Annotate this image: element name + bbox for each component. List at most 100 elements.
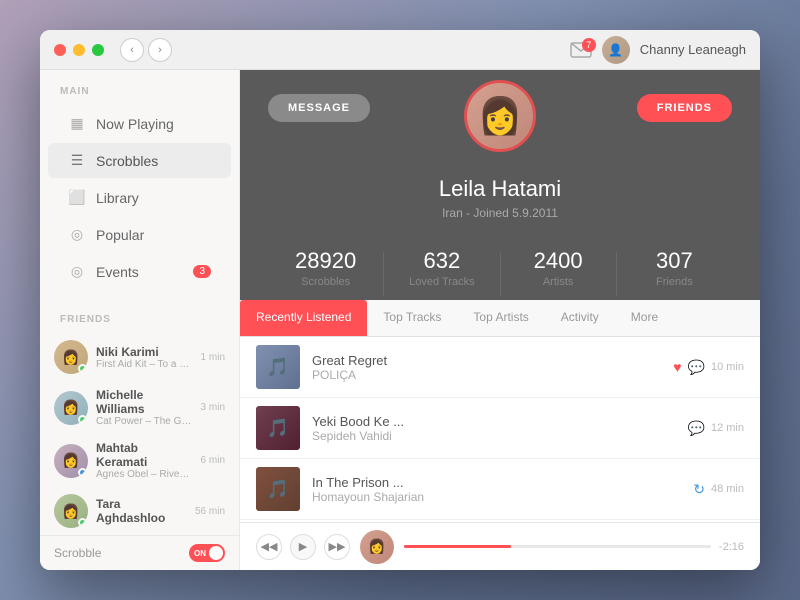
sidebar-item-popular[interactable]: ◎ Popular [48,217,231,252]
popular-icon: ◎ [68,226,86,243]
sidebar-item-label: Events [96,264,139,280]
toggle-label: ON [194,549,206,558]
app-window: ‹ › 7 👤 Channy Leaneagh MAIN ▦ Now Playi… [40,30,760,570]
titlebar: ‹ › 7 👤 Channy Leaneagh [40,30,760,70]
user-name: Channy Leaneagh [640,42,746,57]
traffic-lights [54,44,104,56]
friend-time: 1 min [201,352,225,363]
progress-bar[interactable] [404,545,711,548]
nav-buttons: ‹ › [120,38,172,62]
toggle-knob [209,546,223,560]
track-info: Great Regret POLIÇA [312,353,661,382]
track-artist: POLIÇA [312,368,661,382]
track-time: 12 min [711,422,744,434]
track-title: Great Regret [312,353,661,368]
track-artist: Homayoun Shajarian [312,490,681,504]
events-badge: 3 [193,265,211,278]
stat-label: Artists [501,276,616,288]
friend-name: Mahtab Keramati [96,441,193,469]
friend-info: Mahtab Keramati Agnes Obel – Riverside [96,441,193,480]
minimize-button[interactable] [73,44,85,56]
notification-badge[interactable]: 7 [570,42,592,58]
friend-avatar-michelle: 👩 [54,391,88,425]
track-actions: 💬 12 min [688,420,744,437]
app-body: MAIN ▦ Now Playing ☰ Scrobbles ⬜ Library… [40,70,760,570]
friend-name: Niki Karimi [96,345,193,359]
stat-artists: 2400 Artists [501,248,616,300]
forward-button[interactable]: › [148,38,172,62]
next-button[interactable]: ▶▶ [324,534,350,560]
friend-item-mahtab[interactable]: 👩 Mahtab Keramati Agnes Obel – Riverside… [40,434,239,487]
tab-recently-listened[interactable]: Recently Listened [240,300,367,336]
profile-header: MESSAGE 👩 FRIENDS Leila Hatami Iran - Jo… [240,70,760,300]
sidebar-item-label: Now Playing [96,116,174,132]
stat-friends: 307 Friends [617,248,732,300]
player-avatar: 👩 [360,530,394,564]
sidebar-item-now-playing[interactable]: ▦ Now Playing [48,106,231,141]
friend-avatar-mahtab: 👩 [54,444,88,478]
profile-stats: 28920 Scrobbles 632 Loved Tracks 2400 Ar… [268,236,732,300]
track-row[interactable]: 🎵 Yeki Bood Ke ... Sepideh Vahidi 💬 12 m… [240,398,760,459]
main-section-label: MAIN [40,70,239,105]
track-thumbnail: 🎵 [256,406,300,450]
library-icon: ⬜ [68,189,86,206]
progress-fill [404,545,511,548]
friend-time: 6 min [201,455,225,466]
message-button[interactable]: MESSAGE [268,94,370,122]
sidebar-item-label: Library [96,190,139,206]
tab-top-tracks[interactable]: Top Tracks [367,300,457,336]
friend-avatar-tara: 👩 [54,494,88,528]
tabs-bar: Recently Listened Top Tracks Top Artists… [240,300,760,337]
back-button[interactable]: ‹ [120,38,144,62]
friend-item-tara[interactable]: 👩 Tara Aghdashloo 56 min [40,487,239,535]
chat-icon[interactable]: 💬 [688,420,705,437]
chat-icon[interactable]: 💬 [688,359,705,376]
sidebar-item-library[interactable]: ⬜ Library [48,180,231,215]
bars-icon: ▦ [68,115,86,132]
track-thumbnail: 🎵 [256,467,300,511]
prev-button[interactable]: ◀◀ [256,534,282,560]
sidebar-item-events[interactable]: ◎ Events 3 [48,254,231,289]
play-button[interactable]: ▶ [290,534,316,560]
friend-item-michelle[interactable]: 👩 Michelle Williams Cat Power – The Grea… [40,381,239,434]
track-thumbnail: 🎵 [256,345,300,389]
track-row[interactable]: 🎵 Great Regret POLIÇA ♥ 💬 10 min [240,337,760,398]
profile-meta: Iran - Joined 5.9.2011 [268,206,732,220]
friend-track: First Aid Kit – To a Poet [96,359,193,370]
player-bar: ◀◀ ▶ ▶▶ 👩 -2:16 [240,522,760,570]
track-info: Yeki Bood Ke ... Sepideh Vahidi [312,414,676,443]
profile-name: Leila Hatami [268,176,732,202]
maximize-button[interactable] [92,44,104,56]
friend-info: Niki Karimi First Aid Kit – To a Poet [96,345,193,370]
tab-top-artists[interactable]: Top Artists [457,300,544,336]
friends-section-label: FRIENDS [40,298,239,333]
friends-button[interactable]: FRIENDS [637,94,732,122]
friend-track: Agnes Obel – Riverside [96,469,193,480]
sidebar-item-scrobbles[interactable]: ☰ Scrobbles [48,143,231,178]
refresh-icon[interactable]: ↻ [693,481,705,498]
stat-label: Scrobbles [268,276,383,288]
stat-label: Loved Tracks [384,276,499,288]
track-title: In The Prison ... [312,475,681,490]
friend-info: Tara Aghdashloo [96,497,187,525]
track-row[interactable]: 🎵 In The Prison ... Homayoun Shajarian ↻… [240,459,760,520]
profile-avatar: 👩 [464,80,536,152]
tab-more[interactable]: More [615,300,674,336]
stat-value: 307 [617,248,732,274]
main-content: MESSAGE 👩 FRIENDS Leila Hatami Iran - Jo… [240,70,760,570]
notification-count: 7 [582,38,596,52]
track-time: 10 min [711,361,744,373]
stat-scrobbles: 28920 Scrobbles [268,248,383,300]
tab-activity[interactable]: Activity [545,300,615,336]
friend-time: 56 min [195,506,225,517]
close-button[interactable] [54,44,66,56]
friend-item-niki[interactable]: 👩 Niki Karimi First Aid Kit – To a Poet … [40,333,239,381]
heart-icon[interactable]: ♥ [673,359,681,375]
track-list: 🎵 Great Regret POLIÇA ♥ 💬 10 min 🎵 Yeki … [240,337,760,522]
stat-value: 2400 [501,248,616,274]
scrobble-toggle[interactable]: ON [189,544,225,562]
friend-track: Cat Power – The Greatest [96,416,193,427]
scrobble-bar: Scrobble ON [40,535,239,570]
progress-container: -2:16 [404,541,744,553]
events-icon: ◎ [68,263,86,280]
